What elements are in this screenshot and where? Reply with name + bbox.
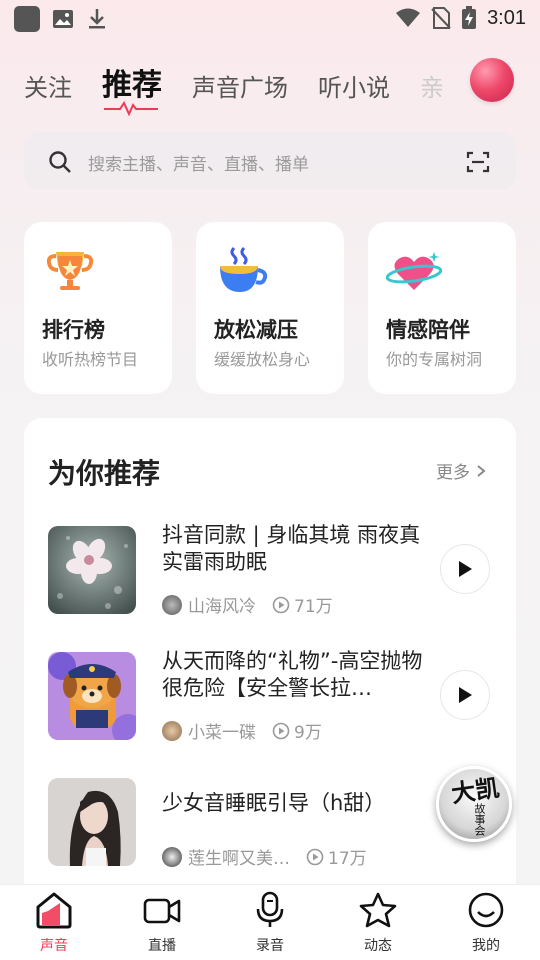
wifi-icon — [396, 8, 421, 27]
tab-follow[interactable]: 关注 — [24, 68, 72, 103]
play-icon — [459, 561, 472, 577]
tab-sound-plaza[interactable]: 声音广场 — [192, 68, 288, 103]
nav-label: 动态 — [364, 938, 392, 954]
nav-me[interactable]: 我的 — [446, 891, 526, 955]
trophy-icon — [46, 252, 94, 290]
play-button[interactable] — [440, 544, 490, 594]
badge-subtext: 故事会 — [473, 803, 486, 836]
card-title: 情感陪伴 — [386, 318, 470, 342]
card-ranking[interactable]: 排行榜 收听热榜节目 — [24, 222, 172, 394]
plays-value: 17万 — [328, 849, 367, 869]
item-meta: 山海风冷 71万 — [162, 592, 333, 617]
nav-label: 声音 — [40, 938, 68, 954]
plays-value: 71万 — [294, 597, 333, 617]
nav-label: 直播 — [148, 938, 176, 954]
card-subtitle: 你的专属树洞 — [386, 350, 483, 369]
user-avatar[interactable] — [470, 58, 514, 102]
floating-player-badge[interactable]: 大凯 故事会 — [436, 766, 512, 842]
top-tabs: 关注 推荐 声音广场 听小说 亲 — [0, 56, 540, 116]
search-bar[interactable]: 搜索主播、声音、直播、播单 — [24, 132, 516, 190]
author-avatar — [162, 594, 182, 615]
section-title: 为你推荐 — [48, 457, 161, 490]
tab-partial[interactable]: 亲 — [420, 68, 444, 103]
clock: 3:01 — [487, 6, 526, 29]
play-icon — [459, 687, 472, 703]
no-sim-icon — [431, 7, 451, 29]
coffee-cup-icon — [220, 246, 268, 292]
app-notification-icon — [14, 6, 40, 32]
tab-recommend[interactable]: 推荐 — [102, 60, 162, 104]
card-title: 排行榜 — [42, 318, 105, 342]
list-item[interactable]: 抖音同款 | 身临其境 雨夜真实雷雨助眠 山海风冷 71万 — [48, 523, 508, 626]
nav-label: 我的 — [472, 938, 500, 954]
microphone-icon — [256, 891, 284, 927]
home-sound-icon — [36, 892, 72, 929]
nav-label: 录音 — [256, 938, 284, 954]
star-icon — [359, 892, 397, 928]
active-tab-pulse-icon — [104, 100, 158, 116]
thumbnail — [48, 778, 136, 866]
status-bar: 3:01 — [0, 0, 540, 36]
author-avatar — [162, 846, 182, 867]
item-title: 抖音同款 | 身临其境 雨夜真实雷雨助眠 — [162, 523, 421, 574]
item-title: 少女音睡眠引导（h甜） — [162, 791, 386, 815]
item-meta: 小菜一碟 9万 — [162, 718, 322, 743]
search-placeholder: 搜索主播、声音、直播、播单 — [88, 155, 309, 175]
author-name: 小菜一碟 — [188, 723, 256, 743]
thumbnail — [48, 526, 136, 614]
tab-novel[interactable]: 听小说 — [318, 68, 390, 103]
search-icon — [49, 151, 71, 173]
author-name: 莲生啊又美… — [188, 849, 290, 869]
card-title: 放松减压 — [214, 318, 298, 342]
profile-icon — [468, 892, 504, 928]
play-count-icon — [272, 596, 290, 613]
card-subtitle: 收听热榜节目 — [42, 350, 139, 369]
nav-live[interactable]: 直播 — [122, 891, 202, 955]
play-count-icon — [306, 848, 324, 865]
more-label: 更多 — [436, 463, 470, 483]
battery-charging-icon — [462, 6, 477, 29]
card-subtitle: 缓缓放松身心 — [214, 350, 311, 369]
plays-count: 17万 — [306, 844, 367, 869]
more-link[interactable]: 更多 — [436, 458, 486, 483]
card-companion[interactable]: 情感陪伴 你的专属树洞 — [368, 222, 516, 394]
play-count-icon — [272, 722, 290, 739]
list-item[interactable]: 从天而降的“礼物”-高空抛物很危险【安全警长拉… 小菜一碟 9万 — [48, 649, 508, 752]
plays-value: 9万 — [294, 723, 322, 743]
video-camera-icon — [143, 898, 181, 924]
plays-count: 71万 — [272, 592, 333, 617]
thumbnail — [48, 652, 136, 740]
image-notification-icon — [53, 10, 73, 28]
play-button[interactable] — [440, 670, 490, 720]
item-meta: 莲生啊又美… 17万 — [162, 844, 367, 869]
nav-record[interactable]: 录音 — [230, 891, 310, 955]
card-relax[interactable]: 放松减压 缓缓放松身心 — [196, 222, 344, 394]
heart-planet-icon — [386, 252, 442, 290]
chevron-right-icon — [477, 464, 486, 477]
nav-feed[interactable]: 动态 — [338, 891, 418, 955]
scan-icon[interactable] — [466, 150, 490, 174]
bottom-nav: 声音 直播 录音 动态 我的 — [0, 884, 540, 960]
plays-count: 9万 — [272, 718, 322, 743]
item-title: 从天而降的“礼物”-高空抛物很危险【安全警长拉… — [162, 649, 423, 700]
author-name: 山海风冷 — [188, 597, 256, 617]
author-avatar — [162, 720, 182, 741]
nav-sound[interactable]: 声音 — [14, 891, 94, 955]
download-icon — [89, 9, 105, 29]
